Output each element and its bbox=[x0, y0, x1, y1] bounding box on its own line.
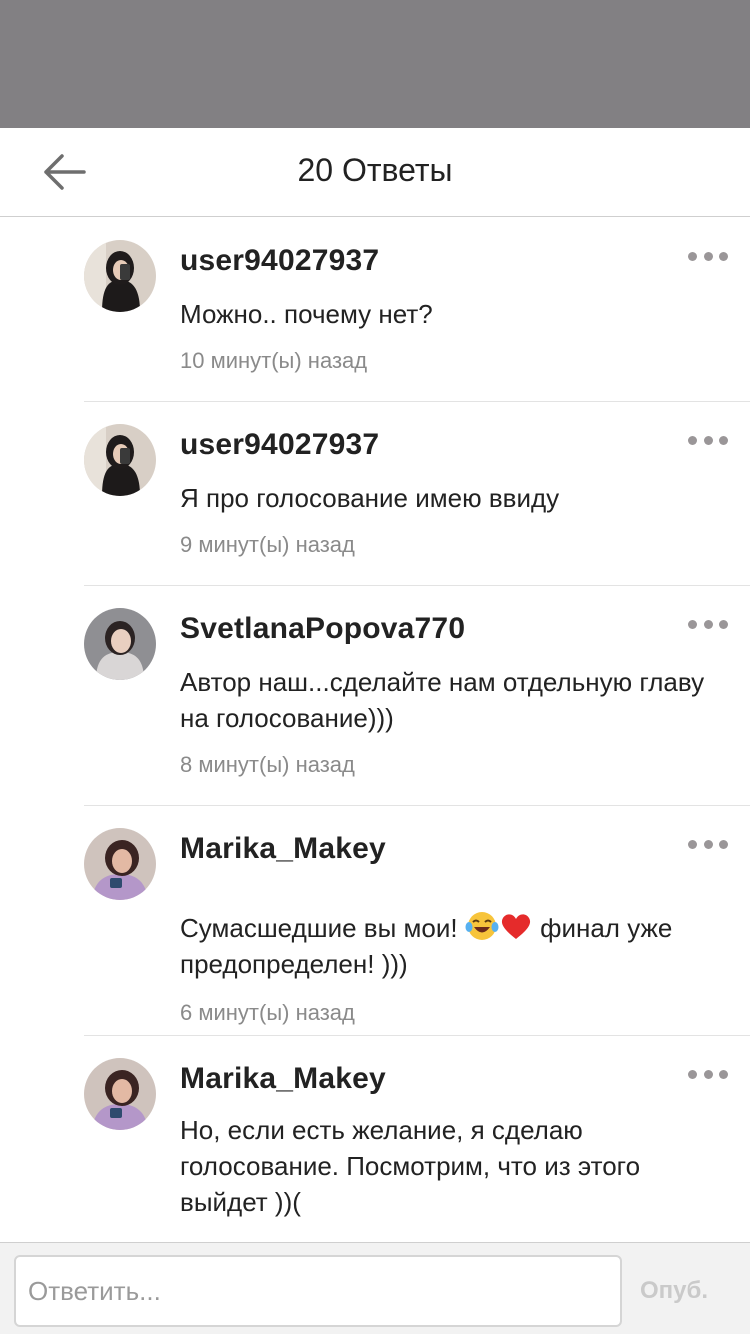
more-dots-icon bbox=[688, 619, 697, 629]
reply-composer: Опуб. bbox=[0, 1242, 750, 1334]
more-options-button[interactable] bbox=[688, 430, 728, 450]
red-heart-icon bbox=[501, 914, 530, 939]
avatar[interactable] bbox=[84, 608, 156, 680]
reply-text: Автор наш...сделайте нам отдельную главу… bbox=[180, 667, 705, 733]
reply-timestamp: 10 минут(ы) назад bbox=[180, 348, 368, 373]
reply-username[interactable]: Marika_Makey bbox=[180, 1062, 386, 1096]
reply-text: Но, если есть желание, я сделаю голосова… bbox=[180, 1115, 641, 1217]
reply-username[interactable]: Marika_Makey bbox=[180, 832, 386, 866]
face-with-tears-of-joy-icon bbox=[465, 912, 499, 940]
reply-text: Я про голосование имею ввиду bbox=[180, 483, 560, 513]
reply-timestamp: 8 минут(ы) назад bbox=[180, 752, 355, 777]
reply-text: Сумасшедшие вы мои! финал уже предопреде… bbox=[180, 910, 730, 982]
reply-item: Marika_Makey Сумасшедшие вы мои! финал у… bbox=[84, 806, 750, 1036]
more-options-button[interactable] bbox=[688, 614, 728, 634]
post-button[interactable]: Опуб. bbox=[640, 1269, 736, 1313]
reply-text: Можно.. почему нет? bbox=[180, 299, 433, 329]
reply-timestamp: 6 минут(ы) назад bbox=[180, 1000, 355, 1025]
more-options-button[interactable] bbox=[688, 246, 728, 266]
reply-username[interactable]: SvetlanaPopova770 bbox=[180, 612, 465, 646]
replies-list[interactable]: user94027937 Можно.. почему нет? 10 мину… bbox=[0, 218, 750, 1242]
reply-timestamp: 9 минут(ы) назад bbox=[180, 532, 355, 557]
more-options-button[interactable] bbox=[688, 1064, 728, 1084]
reply-item: user94027937 Можно.. почему нет? 10 мину… bbox=[84, 218, 750, 402]
reply-item: SvetlanaPopova770 Автор наш...сделайте н… bbox=[84, 586, 750, 806]
dimmed-overlay[interactable] bbox=[0, 0, 750, 128]
header: 20 Ответы bbox=[0, 128, 750, 217]
page-title: 20 Ответы bbox=[297, 152, 453, 188]
more-dots-icon bbox=[688, 1069, 697, 1079]
more-dots-icon bbox=[688, 435, 697, 445]
reply-username[interactable]: user94027937 bbox=[180, 428, 379, 462]
avatar[interactable] bbox=[84, 424, 156, 496]
avatar[interactable] bbox=[84, 240, 156, 312]
avatar[interactable] bbox=[84, 1058, 156, 1130]
more-options-button[interactable] bbox=[688, 834, 728, 854]
more-dots-icon bbox=[688, 251, 697, 261]
replies-sheet: 20 Ответы user94027937 Можно.. почему не… bbox=[0, 128, 750, 1334]
avatar[interactable] bbox=[84, 828, 156, 900]
reply-item: Marika_Makey Но, если есть желание, я сд… bbox=[84, 1036, 750, 1242]
reply-input[interactable] bbox=[14, 1255, 622, 1327]
more-dots-icon bbox=[688, 839, 697, 849]
reply-text-part: Сумасшедшие вы мои! bbox=[180, 913, 465, 943]
reply-username[interactable]: user94027937 bbox=[180, 244, 379, 278]
reply-item: user94027937 Я про голосование имею ввид… bbox=[84, 402, 750, 586]
